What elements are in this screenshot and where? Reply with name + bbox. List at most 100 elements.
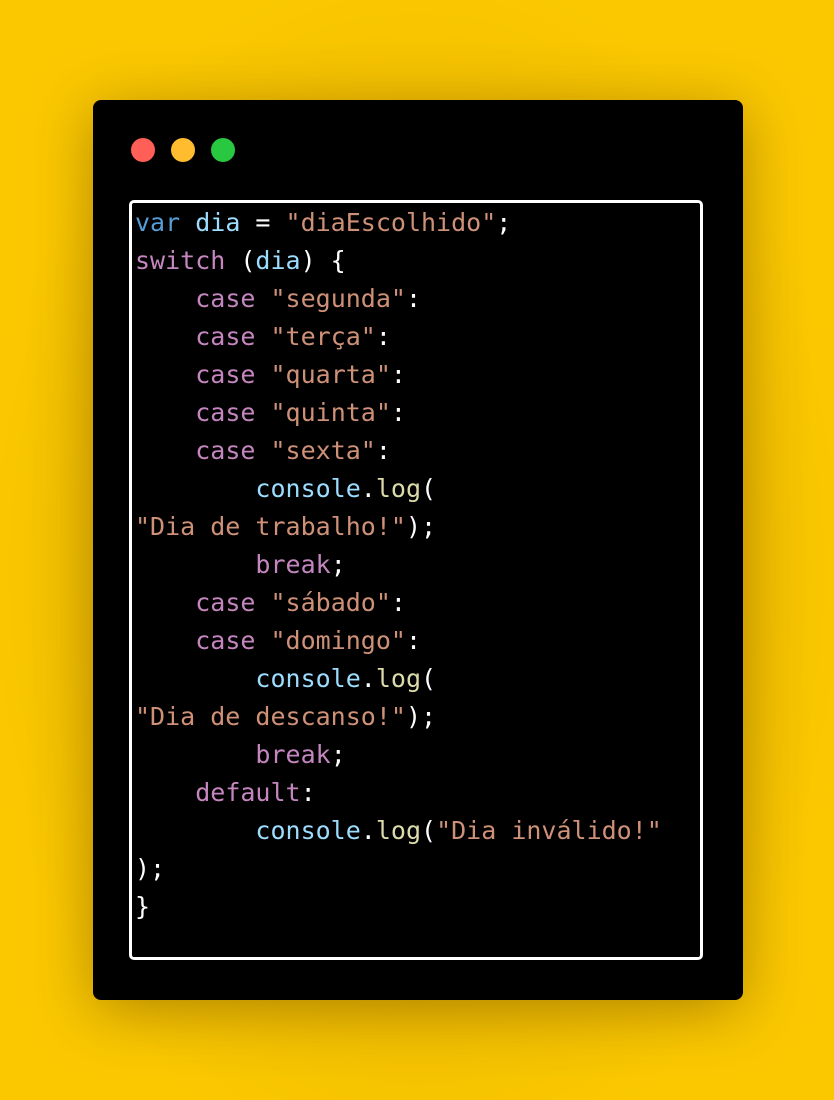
punctuation-token: : bbox=[390, 360, 406, 389]
code-line: "Dia de trabalho!"); bbox=[135, 508, 662, 546]
code-block: var dia = "diaEscolhido"; switch (dia) { … bbox=[135, 204, 662, 926]
punctuation-token bbox=[135, 436, 195, 465]
string-token: "sábado" bbox=[270, 588, 391, 617]
string-token: "terça" bbox=[270, 322, 376, 351]
code-line: case "quinta": bbox=[135, 394, 662, 432]
code-editor-frame[interactable]: var dia = "diaEscolhido"; switch (dia) { … bbox=[129, 200, 703, 960]
control-keyword-token: case bbox=[195, 626, 256, 655]
punctuation-token: : bbox=[300, 778, 316, 807]
string-token: "Dia inválido!" bbox=[436, 816, 662, 845]
punctuation-token bbox=[135, 816, 255, 845]
punctuation-token bbox=[255, 588, 270, 617]
punctuation-token: . bbox=[360, 664, 376, 693]
code-line: case "terça": bbox=[135, 318, 662, 356]
variable-token: dia bbox=[255, 246, 301, 275]
function-name-token: log bbox=[375, 816, 421, 845]
control-keyword-token: case bbox=[195, 284, 256, 313]
control-keyword-token: switch bbox=[135, 246, 226, 275]
code-line: case "domingo": bbox=[135, 622, 662, 660]
code-line: } bbox=[135, 888, 662, 926]
code-line: console.log("Dia inválido!" bbox=[135, 812, 662, 850]
code-line: console.log( bbox=[135, 660, 662, 698]
punctuation-token: : bbox=[390, 588, 406, 617]
punctuation-token bbox=[135, 360, 195, 389]
punctuation-token bbox=[135, 284, 195, 313]
object-token: console bbox=[255, 816, 361, 845]
punctuation-token: ( bbox=[225, 246, 256, 275]
punctuation-token: ; bbox=[330, 740, 346, 769]
punctuation-token: ; bbox=[496, 208, 512, 237]
punctuation-token bbox=[135, 778, 195, 807]
keyword-token: var bbox=[135, 208, 181, 237]
control-keyword-token: case bbox=[195, 436, 256, 465]
punctuation-token: : bbox=[405, 626, 422, 655]
string-token: "quarta" bbox=[270, 360, 391, 389]
punctuation-token: : bbox=[375, 322, 391, 351]
punctuation-token: ); bbox=[135, 854, 166, 883]
variable-token: dia bbox=[195, 208, 241, 237]
punctuation-token: : bbox=[375, 436, 391, 465]
punctuation-token bbox=[135, 550, 255, 579]
punctuation-token: ( bbox=[421, 474, 437, 503]
punctuation-token bbox=[135, 740, 255, 769]
close-window-dot-icon[interactable] bbox=[131, 138, 155, 162]
code-line: case "segunda": bbox=[135, 280, 662, 318]
punctuation-token bbox=[135, 664, 255, 693]
control-keyword-token: default bbox=[195, 778, 301, 807]
punctuation-token bbox=[255, 626, 270, 655]
string-token: "quinta" bbox=[270, 398, 391, 427]
punctuation-token: ( bbox=[421, 816, 437, 845]
code-line: break; bbox=[135, 736, 662, 774]
control-keyword-token: case bbox=[195, 322, 256, 351]
string-token: "domingo" bbox=[270, 626, 406, 655]
string-token: "segunda" bbox=[270, 284, 406, 313]
object-token: console bbox=[255, 474, 361, 503]
code-line: "Dia de descanso!"); bbox=[135, 698, 662, 736]
punctuation-token: : bbox=[390, 398, 406, 427]
punctuation-token bbox=[255, 436, 270, 465]
punctuation-token bbox=[180, 208, 195, 237]
punctuation-token: ); bbox=[405, 512, 437, 541]
punctuation-token bbox=[135, 626, 195, 655]
maximize-window-dot-icon[interactable] bbox=[211, 138, 235, 162]
code-line: console.log( bbox=[135, 470, 662, 508]
punctuation-token: ) { bbox=[300, 246, 346, 275]
string-token: "sexta" bbox=[270, 436, 376, 465]
string-token: "Dia de trabalho!" bbox=[135, 512, 406, 541]
code-line: var dia = "diaEscolhido"; bbox=[135, 204, 662, 242]
code-line: case "sexta": bbox=[135, 432, 662, 470]
punctuation-token bbox=[255, 360, 270, 389]
control-keyword-token: case bbox=[195, 360, 256, 389]
control-keyword-token: case bbox=[195, 588, 256, 617]
punctuation-token bbox=[135, 398, 195, 427]
code-line: break; bbox=[135, 546, 662, 584]
code-line: case "sábado": bbox=[135, 584, 662, 622]
function-name-token: log bbox=[375, 664, 421, 693]
code-line: switch (dia) { bbox=[135, 242, 662, 280]
punctuation-token: = bbox=[240, 208, 286, 237]
code-line: case "quarta": bbox=[135, 356, 662, 394]
punctuation-token bbox=[255, 284, 270, 313]
punctuation-token: . bbox=[360, 474, 376, 503]
control-keyword-token: break bbox=[255, 550, 331, 579]
punctuation-token: ); bbox=[405, 702, 437, 731]
punctuation-token: ; bbox=[330, 550, 346, 579]
string-token: "diaEscolhido" bbox=[285, 208, 497, 237]
function-name-token: log bbox=[375, 474, 421, 503]
punctuation-token: ( bbox=[421, 664, 437, 693]
punctuation-token bbox=[135, 588, 195, 617]
punctuation-token: : bbox=[405, 284, 422, 313]
punctuation-token: } bbox=[135, 892, 151, 921]
code-line: ); bbox=[135, 850, 662, 888]
punctuation-token bbox=[255, 398, 270, 427]
punctuation-token bbox=[135, 474, 255, 503]
string-token: "Dia de descanso!" bbox=[135, 702, 406, 731]
punctuation-token bbox=[135, 322, 195, 351]
code-window: var dia = "diaEscolhido"; switch (dia) { … bbox=[93, 100, 743, 1000]
punctuation-token: . bbox=[360, 816, 376, 845]
control-keyword-token: break bbox=[255, 740, 331, 769]
minimize-window-dot-icon[interactable] bbox=[171, 138, 195, 162]
object-token: console bbox=[255, 664, 361, 693]
control-keyword-token: case bbox=[195, 398, 256, 427]
code-line: default: bbox=[135, 774, 662, 812]
